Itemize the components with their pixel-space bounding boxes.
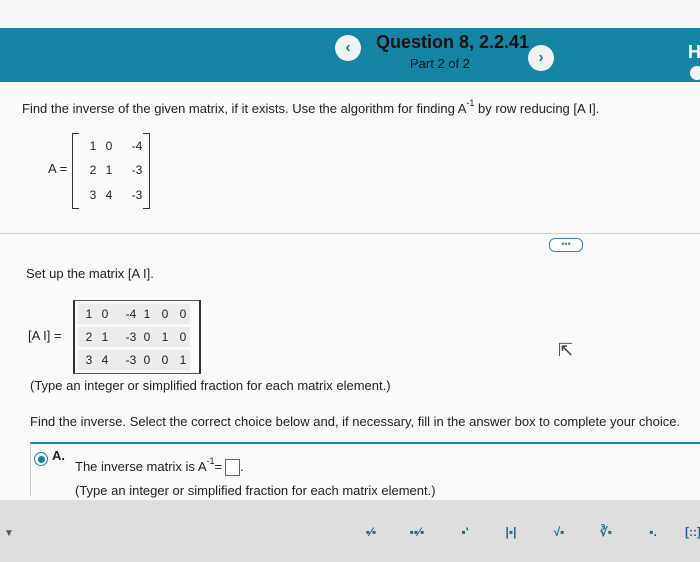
augmented-row[interactable]: 1 0 -4 1 0 0 [78, 304, 190, 324]
next-question-button[interactable]: › [528, 45, 554, 71]
augmented-row[interactable]: 2 1 -3 0 1 0 [78, 327, 190, 347]
matrix-cell: 1 [89, 139, 97, 153]
top-bar [0, 0, 700, 28]
matrix-cell: -3 [131, 163, 143, 177]
inverse-instruction: Find the inverse. Select the correct cho… [30, 414, 681, 429]
choice-a-letter: A. [52, 448, 65, 463]
augmented-cell[interactable]: 1 [82, 307, 96, 321]
matrix-cell: 2 [89, 163, 97, 177]
exponent-icon[interactable]: ▪' [452, 522, 478, 542]
matrix-cell: 3 [89, 188, 97, 202]
question-title: Question 8, 2.2.41 [376, 32, 530, 52]
help-dot[interactable] [690, 66, 700, 80]
cursor-icon: ⇱ [558, 340, 574, 360]
augmented-label: [A I] = [28, 328, 62, 343]
augmented-cell[interactable]: 4 [98, 353, 112, 367]
augmented-cell[interactable]: 1 [140, 307, 154, 321]
augmented-cell[interactable]: -3 [120, 353, 142, 367]
question-part: Part 2 of 2 [410, 56, 470, 71]
augmented-cell[interactable]: 0 [140, 330, 154, 344]
augmented-cell[interactable]: -4 [120, 307, 142, 321]
augmented-cell[interactable]: 0 [158, 307, 172, 321]
choice-a-text: The inverse matrix is A-1=. [75, 456, 244, 477]
more-options-button[interactable]: ••• [549, 238, 583, 252]
section-divider [0, 233, 700, 234]
inverse-answer-box[interactable] [225, 459, 241, 477]
augmented-cell[interactable]: 0 [98, 307, 112, 321]
help-cut-label[interactable]: H [688, 42, 700, 63]
setup-note: (Type an integer or simplified fraction … [30, 378, 391, 393]
augmented-cell[interactable]: -3 [120, 330, 142, 344]
fraction-icon[interactable]: ▪⁄▪ [358, 522, 384, 542]
decimal-icon[interactable]: ▪. [640, 522, 666, 542]
sqrt-icon[interactable]: √▪ [546, 522, 572, 542]
choice-a-radio[interactable] [34, 452, 48, 466]
prompt-text: Find the inverse of the given matrix, if… [22, 98, 600, 116]
prev-question-button[interactable]: ‹ [335, 35, 361, 61]
augmented-cell[interactable]: 1 [176, 353, 190, 367]
nth-root-icon[interactable]: ∛▪ [593, 522, 619, 542]
augmented-cell[interactable]: 0 [140, 353, 154, 367]
matrix-cell: 0 [105, 139, 113, 153]
choice-a-note: (Type an integer or simplified fraction … [75, 483, 436, 498]
augmented-cell[interactable]: 0 [176, 330, 190, 344]
augmented-cell[interactable]: 3 [82, 353, 96, 367]
augmented-cell[interactable]: 2 [82, 330, 96, 344]
caret-down-icon[interactable]: ▼ [4, 528, 14, 539]
matrix-cell: -3 [131, 188, 143, 202]
augmented-row[interactable]: 3 4 -3 0 0 1 [78, 350, 190, 370]
matrix-cell: 4 [105, 188, 113, 202]
setup-instruction: Set up the matrix [A I]. [26, 266, 154, 281]
matrix-icon[interactable]: [::] [680, 522, 700, 542]
augmented-cell[interactable]: 0 [158, 353, 172, 367]
absolute-value-icon[interactable]: |▪| [498, 522, 524, 542]
mixed-number-icon[interactable]: ▪▪⁄▪ [404, 522, 430, 542]
matrix-cell: 1 [105, 163, 113, 177]
augmented-cell[interactable]: 1 [158, 330, 172, 344]
matrix-label: A = [48, 161, 68, 176]
augmented-cell[interactable]: 0 [176, 307, 190, 321]
matrix-cell: -4 [131, 139, 143, 153]
augmented-cell[interactable]: 1 [98, 330, 112, 344]
